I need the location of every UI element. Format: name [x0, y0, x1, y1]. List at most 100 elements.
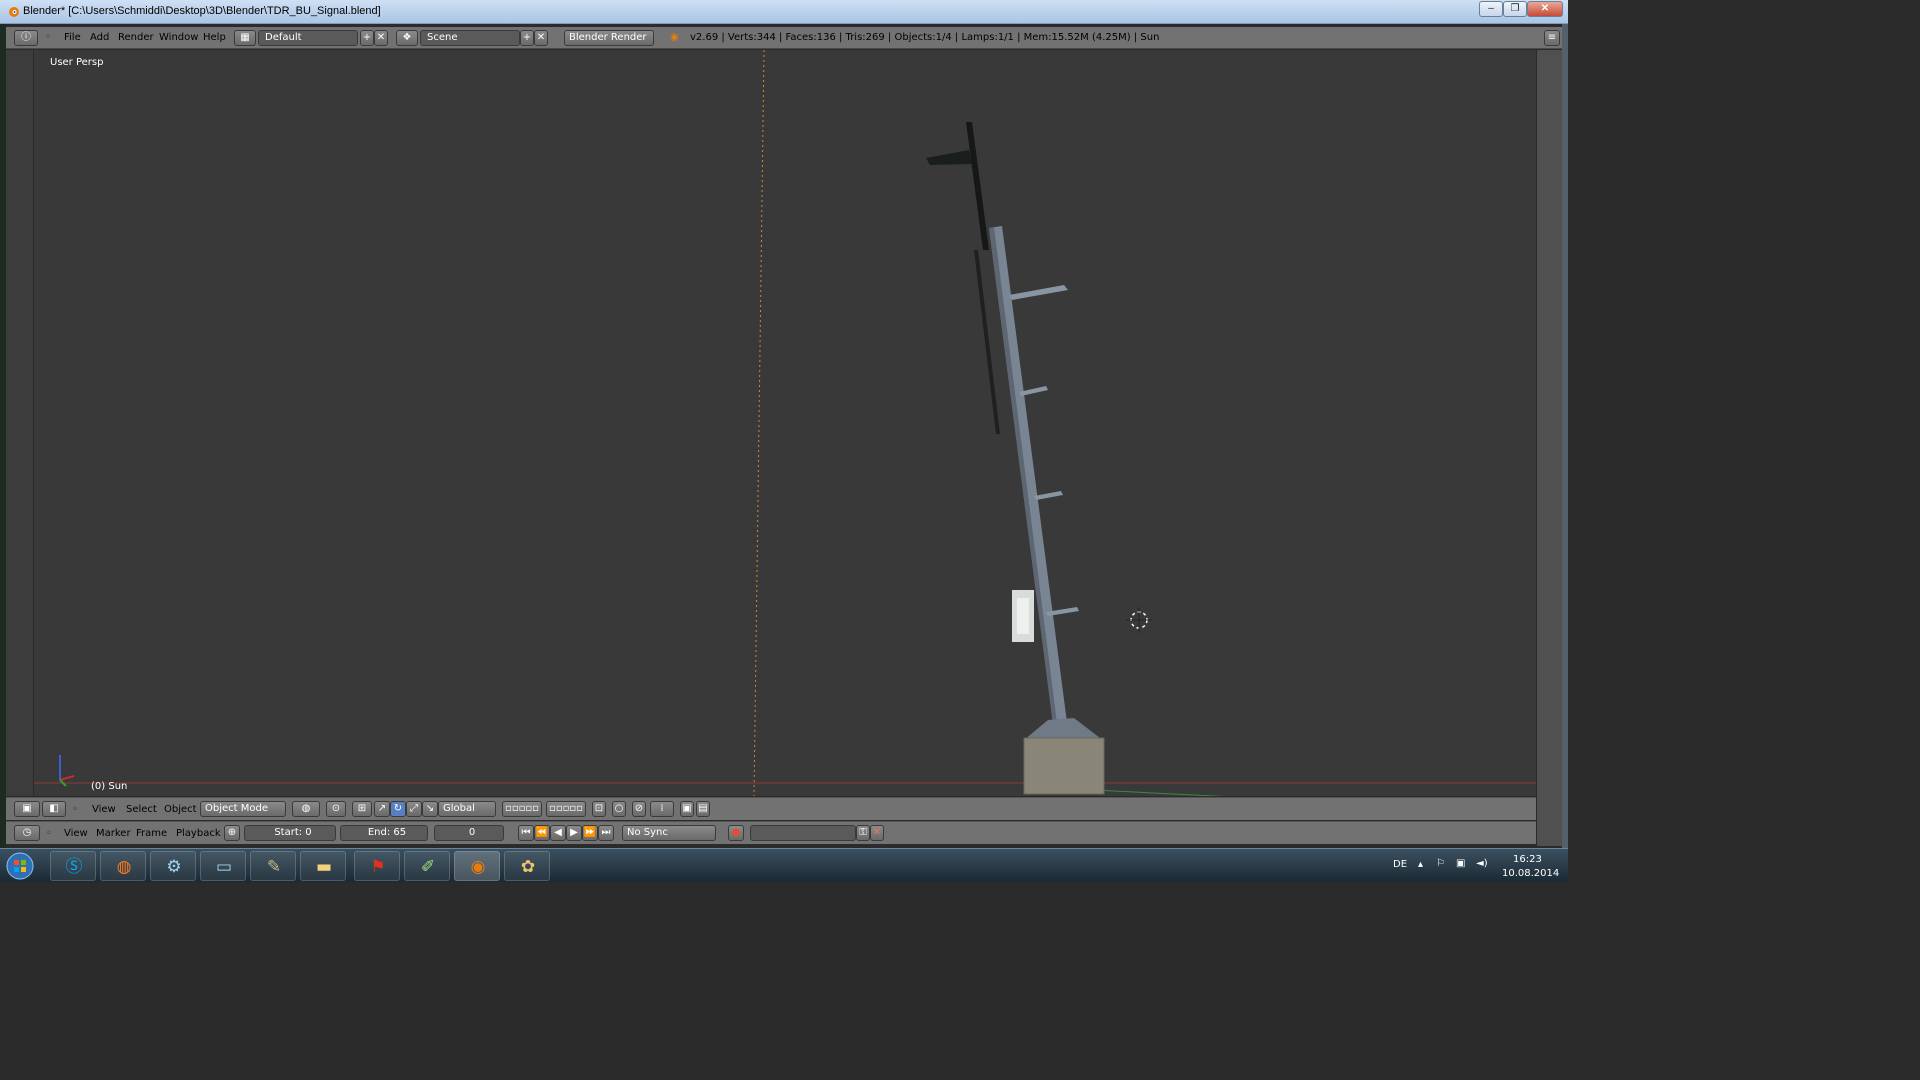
sync-mode-label: No Sync — [627, 827, 668, 838]
menu-file[interactable]: File — [64, 32, 81, 43]
clock-time[interactable]: 16:23 — [1513, 854, 1542, 865]
tray-expand-icon[interactable]: ▴ — [1418, 859, 1423, 870]
jump-keyframe-forward-icon[interactable]: ⏩ — [582, 825, 598, 841]
signal-white-box-face — [1017, 598, 1029, 634]
taskbar-gimp[interactable]: ✎ — [250, 851, 296, 881]
scene-icon[interactable]: ❖ — [396, 30, 418, 46]
taskbar-paint[interactable]: ✿ — [504, 851, 550, 881]
render-engine-dropdown[interactable]: Blender Render — [564, 30, 654, 46]
sync-mode-dropdown[interactable]: No Sync — [622, 825, 716, 841]
insert-keyframe-icon[interactable]: ⚿ — [856, 825, 870, 841]
signal-mast-shade — [989, 227, 1058, 732]
editor-type-3dview-icon[interactable]: ▣ — [14, 801, 40, 817]
object-mode-label: Object Mode — [205, 803, 268, 814]
play-icon[interactable]: ▶ — [566, 825, 582, 841]
layers-grid-1[interactable]: ▫▫▫▫▫ — [502, 801, 542, 817]
editor-type-timeline-icon[interactable]: ◷ — [14, 825, 40, 841]
view-perspective-label: User Persp — [50, 57, 104, 68]
preview-range-icon[interactable]: ⊕ — [224, 825, 240, 841]
lock-layers-icon[interactable]: ⊡ — [592, 801, 606, 817]
jump-keyframe-back-icon[interactable]: ⏪ — [534, 825, 550, 841]
play-reverse-icon[interactable]: ◀ — [550, 825, 566, 841]
viewport-shading-icon[interactable]: ◍ — [292, 801, 320, 817]
minimize-button[interactable]: – — [1479, 1, 1503, 17]
taskbar-network-tool[interactable]: ⚙ — [150, 851, 196, 881]
render-preview-icon[interactable]: ▣ — [680, 801, 694, 817]
taskbar-acrobat[interactable]: ⚑ — [354, 851, 400, 881]
menu-frame[interactable]: Frame — [136, 828, 167, 839]
start-button[interactable] — [2, 851, 48, 881]
clock-date[interactable]: 10.08.2014 — [1502, 868, 1559, 879]
network-icon[interactable]: ▣ — [1456, 858, 1465, 869]
taskbar-notepad-plus-plus[interactable]: ✐ — [404, 851, 450, 881]
start-frame-field[interactable]: Start: 0 — [244, 825, 336, 841]
pivot-point-icon[interactable]: ⊙ — [326, 801, 346, 817]
windows-logo-icon — [6, 852, 34, 880]
taskbar-skype[interactable]: Ⓢ — [50, 851, 96, 881]
maximize-button[interactable]: ❐ — [1503, 1, 1527, 17]
screen-layout-field[interactable]: Default — [258, 30, 358, 46]
paint-icon: ✿ — [520, 857, 536, 877]
remove-scene-icon[interactable]: ✕ — [534, 30, 548, 46]
menu-timeline-view[interactable]: View — [64, 828, 88, 839]
close-button[interactable]: ✕ — [1527, 1, 1563, 17]
taskbar-blender[interactable]: ◉ — [454, 851, 500, 881]
taskbar-firefox[interactable]: ◍ — [100, 851, 146, 881]
add-scene-icon[interactable]: + — [520, 30, 534, 46]
menu-playback[interactable]: Playback — [176, 828, 221, 839]
snap-element-icon[interactable]: ⁞ — [650, 801, 674, 817]
window-title: Blender* [C:\Users\Schmiddi\Desktop\3D\B… — [23, 5, 381, 17]
network-tool-icon: ⚙ — [166, 857, 182, 877]
outliner-icon[interactable]: ≡ — [1544, 30, 1560, 46]
tool-shelf-collapsed[interactable] — [6, 50, 34, 796]
layers-grid-2[interactable]: ▫▫▫▫▫ — [546, 801, 586, 817]
render-anim-icon[interactable]: ▤ — [696, 801, 710, 817]
jump-start-icon[interactable]: ⏮ — [518, 825, 534, 841]
menu-window[interactable]: Window — [159, 32, 198, 43]
snap-icon[interactable]: ↘ — [422, 801, 438, 817]
menu-select[interactable]: Select — [126, 804, 157, 815]
end-frame-field[interactable]: End: 65 — [340, 825, 428, 841]
desktop-right-edge — [1562, 24, 1568, 848]
keying-set-field[interactable] — [750, 825, 856, 841]
collapse-menu-icon[interactable]: ◦ — [45, 32, 51, 43]
jump-end-icon[interactable]: ⏭ — [598, 825, 614, 841]
current-frame-field[interactable]: 0 — [434, 825, 504, 841]
menu-object[interactable]: Object — [164, 804, 197, 815]
delete-keyframe-icon[interactable]: ✕ — [870, 825, 884, 841]
proportional-edit-icon[interactable]: ○ — [612, 801, 626, 817]
outliner-properties-strip[interactable] — [1536, 50, 1562, 846]
object-mode-dropdown[interactable]: Object Mode — [200, 801, 286, 817]
skype-icon: Ⓢ — [65, 857, 83, 877]
taskbar-window-manager[interactable]: ▭ — [200, 851, 246, 881]
screen-layout-icon[interactable]: ▦ — [234, 30, 256, 46]
gimp-icon: ✎ — [266, 857, 282, 877]
language-indicator[interactable]: DE — [1393, 859, 1407, 870]
editor-type-info-icon[interactable]: ⓘ — [14, 30, 38, 46]
action-center-icon[interactable]: ⚐ — [1436, 858, 1445, 869]
blender-app-icon — [9, 7, 19, 17]
menu-view[interactable]: View — [92, 804, 116, 815]
add-layout-icon[interactable]: + — [360, 30, 374, 46]
scene-field[interactable]: Scene — [420, 30, 520, 46]
menu-marker[interactable]: Marker — [96, 828, 131, 839]
taskbar-file-explorer[interactable]: ▬ — [300, 851, 346, 881]
menu-add[interactable]: Add — [90, 32, 109, 43]
rotate-icon[interactable]: ↻ — [390, 801, 406, 817]
collapse-menu-icon-3[interactable]: ◦ — [46, 828, 52, 839]
menu-help[interactable]: Help — [203, 32, 226, 43]
render-engine-label: Blender Render — [569, 32, 647, 43]
scale-icon[interactable]: ⤢ — [406, 801, 422, 817]
menu-render[interactable]: Render — [118, 32, 154, 43]
editor-type-icon[interactable]: ◧ — [42, 801, 66, 817]
remove-layout-icon[interactable]: ✕ — [374, 30, 388, 46]
translate-icon[interactable]: ↗ — [374, 801, 390, 817]
record-icon[interactable]: ● — [728, 825, 744, 841]
volume-icon[interactable]: ◄) — [1476, 858, 1488, 869]
snap-toggle-icon[interactable]: ⊘ — [632, 801, 646, 817]
timeline-header: ◷ ◦ View Marker Frame Playback ⊕ Start: … — [6, 821, 1536, 844]
manipulator-icon[interactable]: ⊞ — [352, 801, 372, 817]
3d-viewport[interactable] — [34, 49, 1536, 801]
collapse-menu-icon-2[interactable]: ◦ — [72, 804, 78, 815]
transform-orientation-dropdown[interactable]: Global — [438, 801, 496, 817]
